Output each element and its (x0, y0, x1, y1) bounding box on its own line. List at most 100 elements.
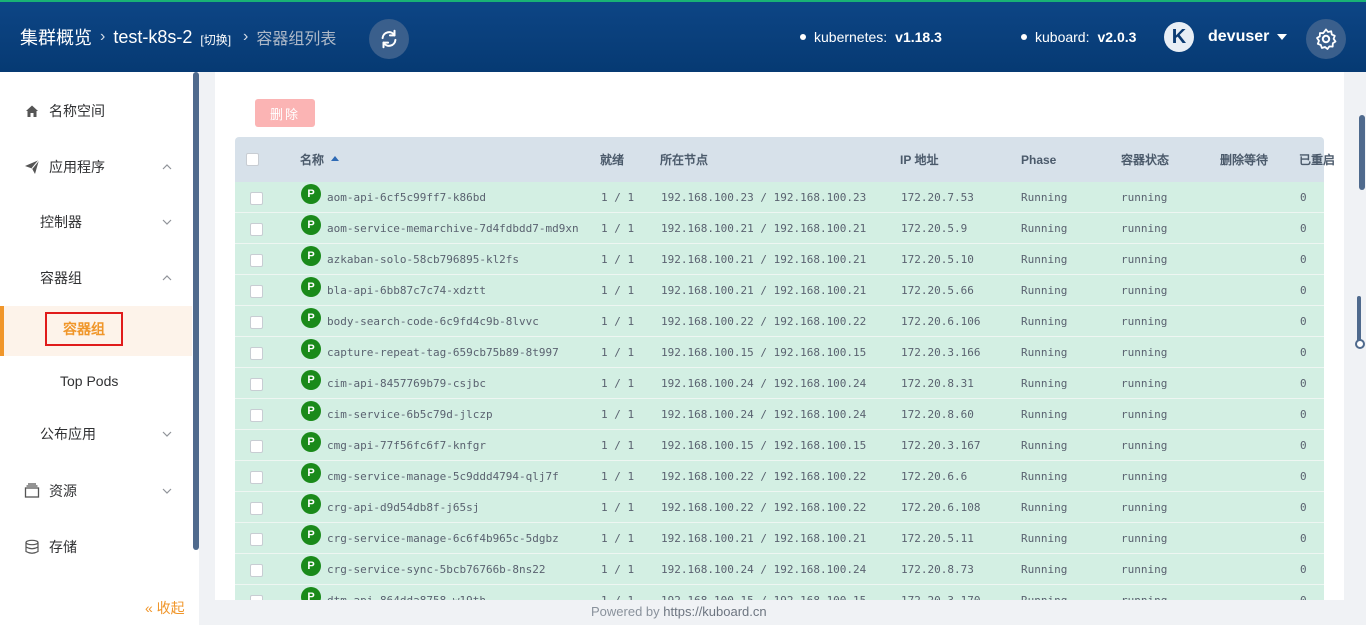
cell-restarts: 0 (1300, 191, 1307, 204)
table-row[interactable]: Pcmg-api-77f56fc6f7-knfgr 1 / 1 192.168.10… (235, 430, 1324, 461)
sort-ascending-icon[interactable] (330, 154, 340, 162)
sidebar-item-pods[interactable]: 容器组 (0, 306, 192, 356)
switch-cluster-link[interactable]: [切换] (200, 31, 231, 48)
settings-button[interactable] (1306, 19, 1346, 59)
row-checkbox[interactable] (250, 471, 263, 484)
cell-status: running (1121, 346, 1168, 359)
cell-name[interactable]: cim-service-6b5c79d-jlczp (327, 399, 493, 430)
cell-name[interactable]: crg-service-sync-5bcb76766b-8ns22 (327, 554, 546, 585)
cell-phase: Running (1021, 439, 1068, 452)
select-all-checkbox[interactable] (246, 153, 259, 166)
cell-status: running (1121, 408, 1168, 421)
cell-name[interactable]: body-search-code-6c9fd4c9b-8lvvc (327, 306, 539, 337)
cell-status: running (1121, 222, 1168, 235)
table-row[interactable]: Pcrg-service-sync-5bcb76766b-8ns22 1 / 1 1… (235, 554, 1324, 585)
sidebar-item-top-pods[interactable]: Top Pods (0, 361, 192, 401)
table-row[interactable]: Pazkaban-solo-58cb796895-kl2fs 1 / 1 192.1… (235, 244, 1324, 275)
chevron-up-icon (162, 275, 172, 281)
row-checkbox[interactable] (250, 564, 263, 577)
kuboard-version: v2.0.3 (1097, 29, 1137, 45)
chevron-up-icon (162, 164, 172, 170)
table-row[interactable]: Pbody-search-code-6c9fd4c9b-8lvvc 1 / 1 19… (235, 306, 1324, 337)
table-row[interactable]: Paom-service-memarchive-7d4fdbdd7-md9xn 1… (235, 213, 1324, 244)
chevron-down-icon (162, 219, 172, 225)
cell-name[interactable]: cmg-api-77f56fc6f7-knfgr (327, 430, 486, 461)
collapse-sidebar-button[interactable]: « 收起 (145, 598, 185, 618)
sidebar-item-storage[interactable]: 存储 (0, 527, 192, 567)
breadcrumb-cluster-name[interactable]: test-k8s-2 (113, 27, 192, 48)
column-header-name[interactable]: 名称 (300, 137, 340, 182)
table-row[interactable]: Paom-api-6cf5c99ff7-k86bd 1 / 1 192.168.10… (235, 182, 1324, 213)
cell-ready: 1 / 1 (601, 470, 635, 483)
table-row[interactable]: Pcrg-api-d9d54db8f-j65sj 1 / 1 192.168.100… (235, 492, 1324, 523)
cell-status: running (1121, 315, 1168, 328)
row-checkbox[interactable] (250, 378, 263, 391)
sidebar-item-applications[interactable]: 应用程序 (0, 147, 192, 187)
kuboard-version-info: kuboard: v2.0.3 (1021, 2, 1136, 72)
footer-link[interactable]: https://kuboard.cn (663, 604, 766, 619)
cell-name[interactable]: crg-service-manage-6c6f4b965c-5dgbz (327, 523, 559, 554)
row-checkbox[interactable] (250, 192, 263, 205)
footer-powered-by: Powered by (591, 604, 660, 619)
table-row[interactable]: Pbla-api-6bb87c7c74-xdztt 1 / 1 192.168.10… (235, 275, 1324, 306)
sidebar-item-label: 容器组 (40, 270, 82, 286)
cell-ready: 1 / 1 (601, 585, 634, 600)
row-checkbox[interactable] (250, 440, 263, 453)
status-badge: P (301, 277, 321, 297)
delete-button[interactable]: 删除 (255, 99, 315, 127)
scroll-handle[interactable] (1355, 339, 1365, 349)
cell-name[interactable]: aom-api-6cf5c99ff7-k86bd (327, 182, 486, 213)
refresh-button[interactable] (369, 19, 409, 59)
cell-name[interactable]: cim-api-8457769b79-csjbc (327, 368, 486, 399)
row-checkbox[interactable] (250, 409, 263, 422)
cell-node: 192.168.100.21 / 192.168.100.21 (661, 532, 867, 545)
row-checkbox[interactable] (250, 254, 263, 267)
column-header-restarts: 已重启 (1299, 153, 1336, 167)
cell-name[interactable]: cmg-service-manage-5c9ddd4794-qlj7f (327, 461, 559, 492)
table-row[interactable]: Pcim-api-8457769b79-csjbc 1 / 1 192.168.10… (235, 368, 1324, 399)
table-row[interactable]: Pcim-service-6b5c79d-jlczp 1 / 1 192.168.1… (235, 399, 1324, 430)
cell-restarts: 0 (1300, 501, 1307, 514)
cell-name[interactable]: azkaban-solo-58cb796895-kl2fs (327, 244, 519, 275)
table-row[interactable]: Pcrg-service-manage-6c6f4b965c-5dgbz 1 / … (235, 523, 1324, 554)
send-icon (24, 159, 40, 175)
user-menu[interactable]: devuser (1208, 2, 1288, 72)
sidebar-item-namespace[interactable]: 名称空间 (0, 91, 192, 131)
row-checkbox[interactable] (250, 285, 263, 298)
column-header-container-status: 容器状态 (1121, 153, 1170, 167)
cell-ip: 172.20.6.106 (901, 315, 981, 328)
cell-restarts: 0 (1300, 315, 1307, 328)
column-header-ready: 就绪 (600, 153, 625, 167)
cell-name[interactable]: crg-api-d9d54db8f-j65sj (327, 492, 479, 523)
avatar[interactable]: K (1164, 22, 1194, 52)
breadcrumb-cluster-overview[interactable]: 集群概览 (20, 24, 92, 50)
cell-name[interactable]: bla-api-6bb87c7c74-xdztt (327, 275, 486, 306)
table-row[interactable]: Pcmg-service-manage-5c9ddd4794-qlj7f 1 / … (235, 461, 1324, 492)
cell-phase: Running (1021, 222, 1068, 235)
row-checkbox[interactable] (250, 316, 263, 329)
sidebar-item-label: 存储 (49, 539, 77, 555)
sidebar-item-pods-group[interactable]: 容器组 (0, 258, 192, 298)
cell-restarts: 0 (1300, 346, 1307, 359)
box-icon (24, 483, 40, 499)
sidebar-item-controllers[interactable]: 控制器 (0, 202, 192, 242)
cell-phase: Running (1021, 315, 1068, 328)
row-checkbox[interactable] (250, 223, 263, 236)
cell-phase: Running (1021, 501, 1068, 514)
cell-restarts: 0 (1300, 585, 1307, 600)
page-scrollbar-thumb[interactable] (1359, 115, 1365, 190)
row-checkbox[interactable] (250, 347, 263, 360)
sidebar-scrollbar[interactable] (193, 72, 199, 550)
cell-ready: 1 / 1 (601, 284, 635, 297)
row-checkbox[interactable] (250, 533, 263, 546)
sidebar-item-resources[interactable]: 资源 (0, 471, 192, 511)
cell-name[interactable]: capture-repeat-tag-659cb75b89-8t997 (327, 337, 559, 368)
cell-name[interactable]: aom-service-memarchive-7d4fdbdd7-md9xn (327, 213, 579, 244)
table-row[interactable]: Pcapture-repeat-tag-659cb75b89-8t997 1 / … (235, 337, 1324, 368)
cell-ready: 1 / 1 (601, 532, 635, 545)
cell-name[interactable]: dtm-api-864dda8758-w19th (327, 585, 486, 600)
table-row[interactable]: Pdtm-api-864dda8758-w19th 1 / 1 192.168.10… (235, 585, 1324, 600)
sidebar-item-publish-app[interactable]: 公布应用 (0, 414, 192, 454)
row-checkbox[interactable] (250, 502, 263, 515)
row-checkbox[interactable] (250, 595, 263, 600)
